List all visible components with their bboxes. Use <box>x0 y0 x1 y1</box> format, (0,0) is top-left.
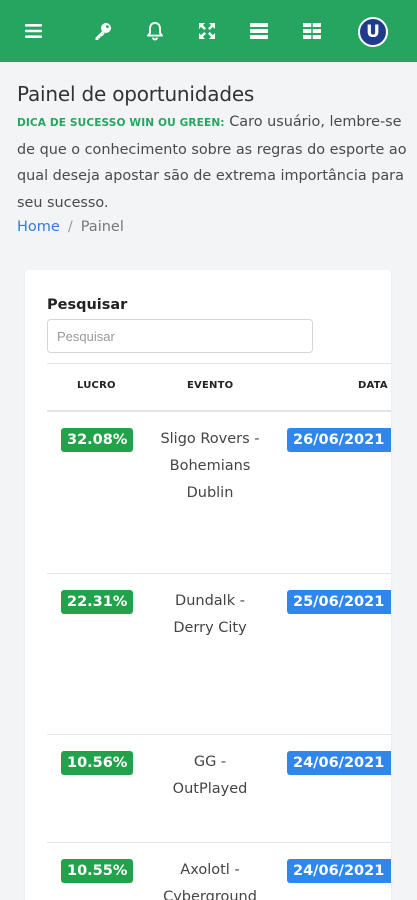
search-input[interactable] <box>47 319 313 353</box>
column-header-event[interactable]: EVENTO <box>187 380 233 391</box>
top-navbar: U <box>0 0 417 62</box>
row-divider <box>47 842 391 843</box>
column-header-date[interactable]: DATA <box>358 380 388 391</box>
table-header-divider <box>47 410 391 412</box>
breadcrumb-separator: / <box>67 219 73 235</box>
breadcrumb: Home / Painel <box>17 219 124 235</box>
menu-icon[interactable] <box>21 18 47 44</box>
event-line: OutPlayed <box>172 781 248 797</box>
success-tip: DICA DE SUCESSO WIN OU GREEN: Caro usuár… <box>17 109 409 216</box>
event-name: Sligo Rovers - Bohemians Dublin <box>147 426 273 507</box>
event-line: GG - <box>193 754 227 770</box>
row-divider <box>47 734 391 735</box>
event-name: Dundalk - Derry City <box>147 588 273 642</box>
column-header-profit[interactable]: LUCRO <box>77 380 116 391</box>
profit-badge: 32.08% <box>61 428 134 452</box>
event-line: Axolotl - <box>180 862 240 878</box>
date-badge: 24/06/2021 14:0 <box>287 859 391 883</box>
event-line: Dundalk - <box>175 593 245 609</box>
profit-badge: 10.55% <box>61 859 134 883</box>
list-icon[interactable] <box>246 18 272 44</box>
event-name: Axolotl - Cyberground <box>147 857 273 900</box>
expand-icon[interactable] <box>194 18 220 44</box>
page-title: Painel de oportunidades <box>17 82 255 106</box>
table-top-divider <box>47 363 391 364</box>
avatar-letter: U <box>366 22 380 42</box>
date-badge: 24/06/2021 16:0 <box>287 751 391 775</box>
row-divider <box>47 573 391 574</box>
event-line: Bohemians <box>169 458 251 474</box>
key-icon[interactable] <box>90 18 116 44</box>
date-badge: 26/06/2021 15:4 <box>287 428 391 452</box>
tip-label: DICA DE SUCESSO WIN OU GREEN: <box>17 117 225 129</box>
event-line: Sligo Rovers - <box>160 431 260 447</box>
bell-icon[interactable] <box>142 18 168 44</box>
profit-badge: 10.56% <box>61 751 134 775</box>
event-line: Cyberground <box>163 889 257 900</box>
grid-icon[interactable] <box>299 18 325 44</box>
date-badge: 25/06/2021 15:4 <box>287 590 391 614</box>
search-label: Pesquisar <box>47 297 128 313</box>
user-avatar[interactable]: U <box>358 17 388 47</box>
event-name: GG - OutPlayed <box>147 749 273 803</box>
opportunities-card: Pesquisar LUCRO EVENTO DATA 32.08% Sligo… <box>25 270 391 900</box>
breadcrumb-current: Painel <box>80 219 124 235</box>
breadcrumb-home-link[interactable]: Home <box>17 219 60 235</box>
profit-badge: 22.31% <box>61 590 134 614</box>
event-line: Dublin <box>186 485 234 501</box>
event-line: Derry City <box>173 620 247 636</box>
